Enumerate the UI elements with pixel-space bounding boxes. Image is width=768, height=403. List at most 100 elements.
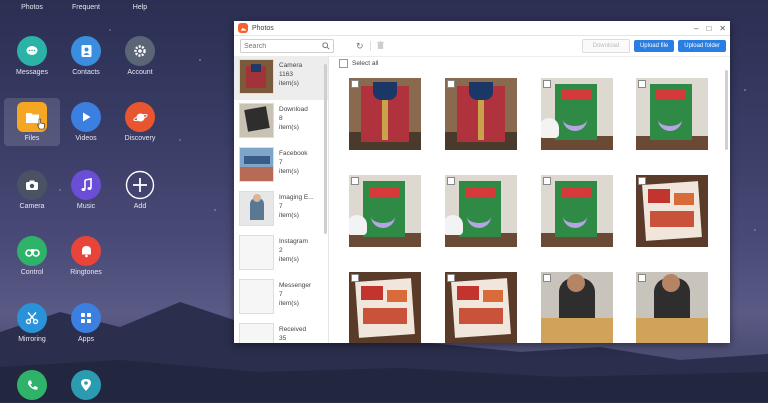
top-label-frequent[interactable]: Frequent <box>58 4 114 11</box>
album-name: Received <box>279 326 307 333</box>
trash-icon[interactable] <box>376 41 384 51</box>
photo-checkbox[interactable] <box>543 80 551 88</box>
album-unit: item(s) <box>279 168 299 175</box>
photo-checkbox[interactable] <box>351 177 359 185</box>
phone-icon <box>17 370 47 400</box>
photo-thumbnail[interactable] <box>349 78 421 150</box>
photo-thumbnail[interactable] <box>445 272 517 343</box>
album-item[interactable]: Camera 1163 item(s) <box>234 56 328 100</box>
album-count: 1163 <box>279 71 293 78</box>
app-label: Control <box>20 269 44 276</box>
photo-thumbnail[interactable] <box>541 175 613 247</box>
album-thumbnail <box>239 59 274 94</box>
app-control[interactable]: Control <box>4 236 60 276</box>
album-item[interactable]: Imaging E... 7 item(s) <box>234 188 328 232</box>
close-icon[interactable]: ✕ <box>719 24 726 33</box>
gear-icon <box>125 36 155 66</box>
photo-thumbnail[interactable] <box>541 78 613 150</box>
album-item[interactable]: Download 8 item(s) <box>234 100 328 144</box>
album-name: Imaging E... <box>279 194 314 201</box>
photo-checkbox[interactable] <box>543 274 551 282</box>
photo-checkbox[interactable] <box>351 80 359 88</box>
top-label-photos[interactable]: Photos <box>4 4 60 11</box>
photo-thumbnail[interactable] <box>349 175 421 247</box>
photo-thumbnail[interactable] <box>445 175 517 247</box>
album-unit: item(s) <box>279 124 299 131</box>
maximize-icon[interactable]: □ <box>706 24 711 33</box>
contacts-icon <box>71 36 101 66</box>
app-label: Contacts <box>72 69 100 76</box>
select-all-checkbox[interactable] <box>339 58 348 68</box>
location-icon <box>71 370 101 400</box>
refresh-icon[interactable]: ↻ <box>356 41 364 52</box>
app-files[interactable]: Files <box>4 98 60 146</box>
app-label: Ringtones <box>70 269 102 276</box>
album-item[interactable]: Messenger 7 item(s) <box>234 276 328 320</box>
app-label: Add <box>133 203 147 210</box>
app-music[interactable]: Music <box>58 170 114 210</box>
photo-checkbox[interactable] <box>638 80 646 88</box>
album-info: Instagram 2 item(s) <box>279 237 323 264</box>
photo-checkbox[interactable] <box>351 274 359 282</box>
photo-checkbox[interactable] <box>638 177 646 185</box>
upload-folder-button[interactable]: Upload folder <box>678 40 726 52</box>
upload-file-button[interactable]: Upload file <box>633 40 675 52</box>
photo-checkbox[interactable] <box>447 80 455 88</box>
bell-icon <box>71 236 101 266</box>
app-messages[interactable]: Messages <box>4 36 60 76</box>
photo-thumbnail[interactable] <box>445 78 517 150</box>
album-item[interactable]: Facebook 7 item(s) <box>234 144 328 188</box>
app-camera[interactable]: Camera <box>4 170 60 210</box>
photo-checkbox[interactable] <box>447 274 455 282</box>
photo-thumbnail[interactable] <box>636 175 708 247</box>
app-mirroring[interactable]: Mirroring <box>4 303 60 343</box>
album-item[interactable]: Instagram 2 item(s) <box>234 232 328 276</box>
album-name: Facebook <box>279 150 308 157</box>
select-all[interactable]: Select all <box>339 57 378 69</box>
album-count: 2 <box>279 247 283 254</box>
window-titlebar[interactable]: Photos – □ ✕ <box>234 21 730 36</box>
album-count: 7 <box>279 159 283 166</box>
photo-thumbnail[interactable] <box>636 272 708 343</box>
photo-thumbnail[interactable] <box>541 272 613 343</box>
window-title: Photos <box>252 24 274 32</box>
search-input[interactable] <box>241 42 325 50</box>
photo-thumbnail[interactable] <box>349 272 421 343</box>
album-thumbnail <box>239 191 274 226</box>
app-location[interactable] <box>58 370 114 403</box>
album-name: Messenger <box>279 282 312 289</box>
album-item[interactable]: Received35item(s) <box>234 320 328 343</box>
app-label: Files <box>24 135 40 142</box>
grid-scrollbar[interactable] <box>725 70 728 150</box>
app-label: Messages <box>16 69 48 76</box>
photo-checkbox[interactable] <box>447 177 455 185</box>
photos-logo-icon <box>238 23 248 33</box>
app-account[interactable]: Account <box>112 36 168 76</box>
album-info: Facebook 7 item(s) <box>279 149 323 176</box>
app-phone[interactable] <box>4 370 60 403</box>
album-unit: item(s) <box>279 300 299 307</box>
app-contacts[interactable]: Contacts <box>58 36 114 76</box>
sidebar-scrollbar[interactable] <box>324 64 327 234</box>
app-ringtones[interactable]: Ringtones <box>58 236 114 276</box>
app-label: Videos <box>75 135 97 142</box>
grid-icon <box>71 303 101 333</box>
minimize-icon[interactable]: – <box>694 24 698 33</box>
album-thumbnail <box>239 279 274 314</box>
download-button[interactable]: Download <box>581 39 630 53</box>
search-icon[interactable] <box>322 42 330 50</box>
app-discovery[interactable]: Discovery <box>112 102 168 142</box>
photo-checkbox[interactable] <box>543 177 551 185</box>
planet-icon <box>125 102 155 132</box>
album-name: Instagram <box>279 238 308 245</box>
app-apps[interactable]: Apps <box>58 303 114 343</box>
scissors-icon <box>17 303 47 333</box>
top-label-help[interactable]: Help <box>112 4 168 11</box>
app-add[interactable]: Add <box>112 170 168 210</box>
photo-thumbnail[interactable] <box>636 78 708 150</box>
app-videos[interactable]: Videos <box>58 102 114 142</box>
binoculars-icon <box>17 236 47 266</box>
app-label: Account <box>127 69 153 76</box>
app-label: Discovery <box>124 135 156 142</box>
photo-checkbox[interactable] <box>638 274 646 282</box>
